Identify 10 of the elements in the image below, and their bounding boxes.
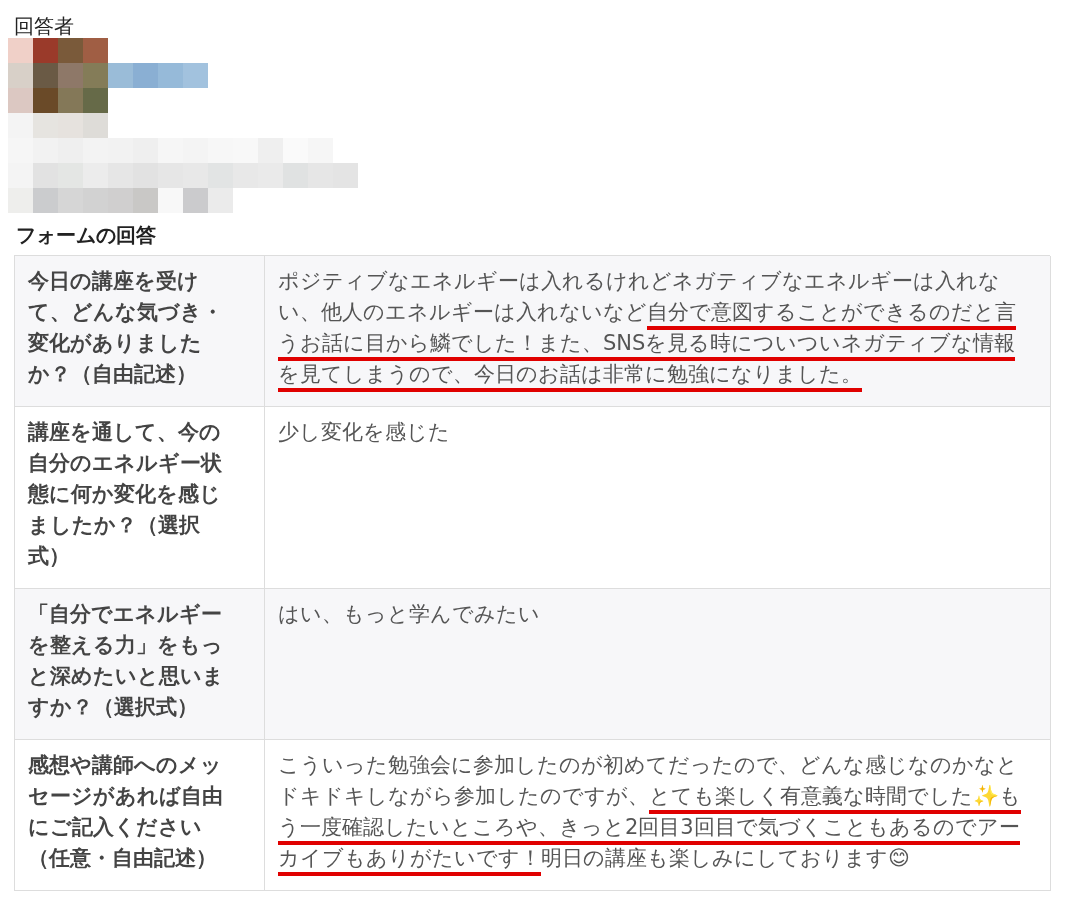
answer-cell: ポジティブなエネルギーは入れるけれどネガティブなエネルギーは入れない、他人のエネルギーは入れないなど自分で意図することができるのだと言うお話に目から鱗でした！また、SNSを見る時についついネガティブな情報を見てしまうので、今日のお話は非常に勉強になりました。 bbox=[265, 256, 1051, 407]
answer-cell: はい、もっと学んでみたい bbox=[265, 589, 1051, 740]
respondent-label: 回答者 bbox=[14, 14, 75, 38]
section-title: フォームの回答 bbox=[16, 222, 157, 249]
question-cell: 感想や講師へのメッセージがあれば自由にご記入ください（任意・自由記述） bbox=[15, 740, 265, 891]
question-cell: 今日の講座を受けて、どんな気づき・変化がありましたか？（自由記述） bbox=[15, 256, 265, 407]
answer-cell: こういった勉強会に参加したのが初めてだったので、どんな感じなのかなとドキドキしながら参加したのですが、とても楽しく有意義な時間でした✨もう一度確認したいところや、きっと2回目3回目で気づくこともあるのでアーカイブもありがたいです！明日の講座も楽しみにしております😊 bbox=[265, 740, 1051, 891]
question-cell: 「自分でエネルギーを整える力」をもっと深めたいと思いますか？（選択式） bbox=[15, 589, 265, 740]
question-cell: 講座を通して、今の自分のエネルギー状態に何か変化を感じましたか？（選択式） bbox=[15, 407, 265, 589]
answer-cell: 少し変化を感じた bbox=[265, 407, 1051, 589]
